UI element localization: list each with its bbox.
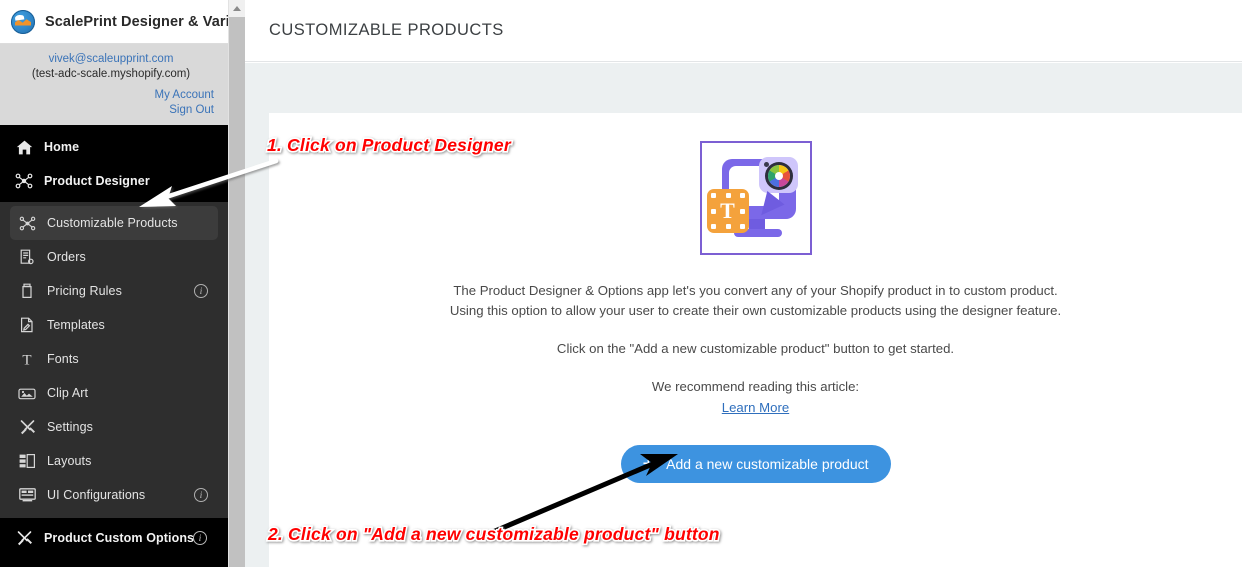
sidebar-item-product-custom-options[interactable]: Product Custom Options i (0, 521, 228, 555)
layouts-icon (17, 452, 37, 470)
sidebar-scrollbar[interactable] (228, 0, 245, 567)
scroll-up-arrow-icon[interactable] (229, 0, 245, 17)
templates-icon (17, 316, 37, 334)
info-icon[interactable]: i (193, 531, 207, 545)
scaleprint-logo-icon (11, 9, 35, 34)
scrollbar-thumb[interactable] (229, 17, 245, 567)
info-icon[interactable]: i (194, 284, 208, 298)
main-content: CUSTOMIZABLE PRODUCTS T The Product Desi… (245, 0, 1242, 567)
home-icon (14, 138, 34, 156)
product-designer-icon (14, 172, 34, 190)
my-account-link[interactable]: My Account (8, 88, 214, 103)
sidebar-item-label: Home (44, 140, 80, 154)
sidebar-item-label: Orders (47, 250, 86, 264)
fonts-icon: T (17, 350, 37, 368)
sidebar-item-label: UI Configurations (47, 488, 146, 502)
sidebar: ScalePrint Designer & Variants vivek@sca… (0, 0, 228, 567)
settings-icon (17, 418, 37, 436)
sidebar-item-home[interactable]: Home (0, 130, 228, 164)
brand-title: ScalePrint Designer & Variants (45, 13, 228, 30)
pricing-icon (17, 282, 37, 300)
empty-state-card: T The Product Designer & Options app let… (269, 113, 1242, 567)
page-header: CUSTOMIZABLE PRODUCTS (245, 0, 1242, 62)
page-title: CUSTOMIZABLE PRODUCTS (269, 21, 504, 39)
account-links: My Account Sign Out (8, 88, 214, 118)
account-panel: vivek@scaleupprint.com (test-adc-scale.m… (0, 44, 228, 125)
sidebar-item-label: Fonts (47, 352, 79, 366)
brand-header: ScalePrint Designer & Variants (0, 0, 228, 44)
info-icon[interactable]: i (194, 488, 208, 502)
sidebar-item-label: Templates (47, 318, 105, 332)
secondary-nav: Product Custom Options i (0, 518, 228, 558)
sidebar-item-label: Clip Art (47, 386, 89, 400)
annotation-step-1: 1. Click on Product Designer (265, 133, 512, 156)
product-designer-illustration: T (699, 141, 812, 255)
learn-more-link[interactable]: Learn More (722, 397, 789, 419)
sidebar-item-label: Product Designer (44, 174, 150, 188)
product-designer-submenu: Customizable Products Orders Pricing Rul… (0, 202, 228, 518)
account-shop-domain: (test-adc-scale.myshopify.com) (31, 68, 191, 80)
add-customizable-product-button[interactable]: + Add a new customizable product (620, 445, 891, 483)
sidebar-item-pricing-rules[interactable]: Pricing Rules i (10, 274, 218, 308)
primary-nav: Home Product Designer (0, 125, 228, 202)
account-email: vivek@scaleupprint.com (48, 53, 174, 65)
sidebar-item-product-designer[interactable]: Product Designer (0, 164, 228, 198)
sidebar-item-ui-configurations[interactable]: UI Configurations i (10, 478, 218, 512)
cta-text: Click on the "Add a new customizable pro… (556, 341, 955, 356)
sidebar-item-settings[interactable]: Settings (10, 410, 218, 444)
sidebar-item-label: Customizable Products (47, 216, 178, 230)
sidebar-item-fonts[interactable]: T Fonts (10, 342, 218, 376)
sidebar-item-orders[interactable]: Orders (10, 240, 218, 274)
sidebar-item-templates[interactable]: Templates (10, 308, 218, 342)
orders-icon (17, 248, 37, 266)
clipart-icon (17, 384, 37, 402)
plus-icon: + (642, 453, 655, 475)
sidebar-item-label: Settings (47, 420, 93, 434)
sidebar-item-label: Pricing Rules (47, 284, 122, 298)
annotation-step-2: 2. Click on "Add a new customizable prod… (266, 522, 721, 545)
ui-config-icon (17, 486, 37, 504)
add-button-label: Add a new customizable product (666, 456, 869, 472)
product-designer-icon (17, 214, 37, 232)
sidebar-item-layouts[interactable]: Layouts (10, 444, 218, 478)
sign-out-link[interactable]: Sign Out (8, 103, 214, 118)
sidebar-item-label: Product Custom Options (44, 531, 195, 545)
sidebar-item-customizable-products[interactable]: Customizable Products (10, 206, 218, 240)
sidebar-item-clip-art[interactable]: Clip Art (10, 376, 218, 410)
app-window: ScalePrint Designer & Variants vivek@sca… (0, 0, 1242, 567)
sidebar-item-label: Layouts (47, 454, 92, 468)
settings-icon (14, 529, 34, 547)
description-line-2: Using this option to allow your user to … (449, 303, 1062, 318)
description-line-1: The Product Designer & Options app let's… (453, 283, 1058, 298)
recommend-text: We recommend reading this article: (651, 379, 860, 394)
svg-text:T: T (22, 353, 31, 368)
